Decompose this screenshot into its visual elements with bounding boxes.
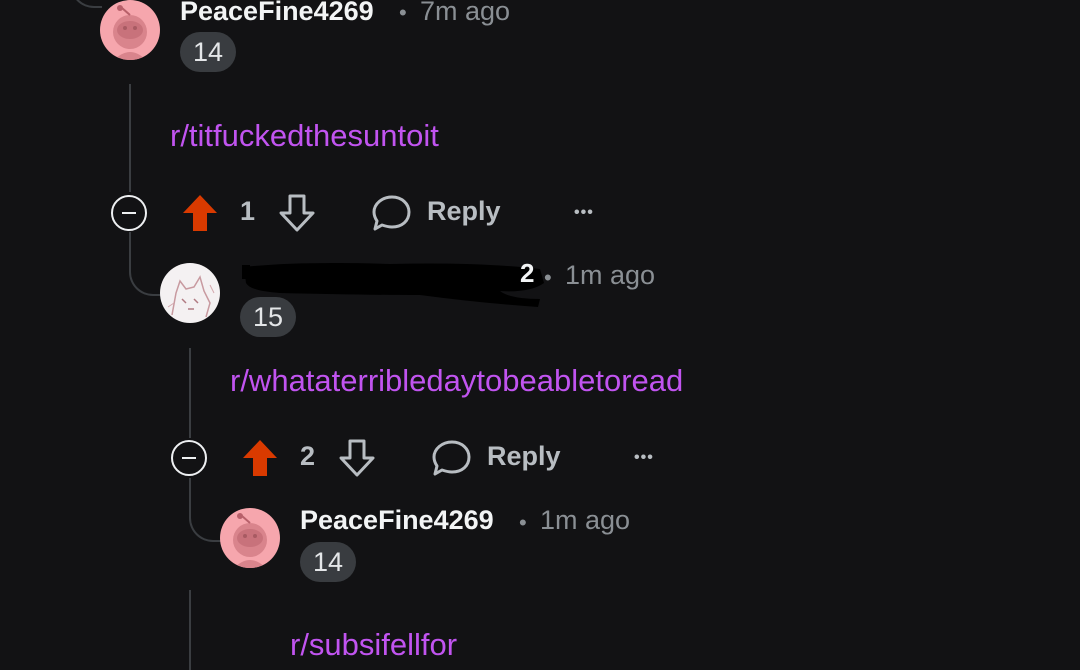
vote-count: 1 [240,196,256,226]
snoo-avatar-icon [233,513,267,568]
meta-separator: • [399,0,407,25]
upvote-arrow-icon [183,195,217,231]
comment-time: 7m ago [420,0,511,26]
comment-bubble-icon [372,195,411,231]
downvote-button[interactable] [339,439,375,477]
thread-line-top [70,0,102,8]
collapse-thread-button[interactable] [171,440,207,476]
comment-body-link[interactable]: r/whataterribledaytobeabletoread [230,363,683,399]
sketch-avatar-icon [167,275,215,318]
meta-separator: • [519,510,527,535]
snoo-avatar-icon [113,5,147,60]
more-options-button[interactable]: ••• [634,449,654,467]
comment-bubble-icon [432,440,471,476]
more-options-button[interactable]: ••• [574,204,594,222]
downvote-arrow-icon [339,439,375,477]
avatar[interactable] [160,263,220,323]
avatar[interactable] [100,0,160,60]
user-flair: 14 [300,542,357,582]
user-flair: 14 [180,32,237,72]
comment-body-link[interactable]: r/titfuckedthesuntoit [170,118,439,154]
vote-count: 2 [300,441,316,471]
thread-line-1 [129,84,131,192]
collapse-thread-button[interactable] [111,195,147,231]
comment-time: 1m ago [540,505,631,535]
downvote-button[interactable] [279,194,315,232]
thread-connector-3 [189,478,223,542]
meta-separator: • [544,265,552,290]
thread-line-3 [189,590,191,670]
avatar[interactable] [220,508,280,568]
comment-body-link[interactable]: r/subsifellfor [290,627,457,663]
reply-button[interactable]: Reply [432,438,567,478]
username[interactable]: PeaceFine4269 [300,505,494,536]
reply-button[interactable]: Reply [372,193,507,233]
reply-label: Reply [487,441,561,471]
comment-time: 1m ago [565,260,656,290]
username-tail: 2 [520,258,535,288]
thread-line-2 [189,348,191,438]
upvote-button[interactable] [182,194,218,232]
upvote-arrow-icon [243,440,277,476]
thread-connector-2 [129,232,163,296]
user-flair: 15 [240,297,297,337]
upvote-button[interactable] [242,439,278,477]
username[interactable]: PeaceFine4269 [180,0,374,27]
downvote-arrow-icon [279,194,315,232]
reply-label: Reply [427,196,501,226]
